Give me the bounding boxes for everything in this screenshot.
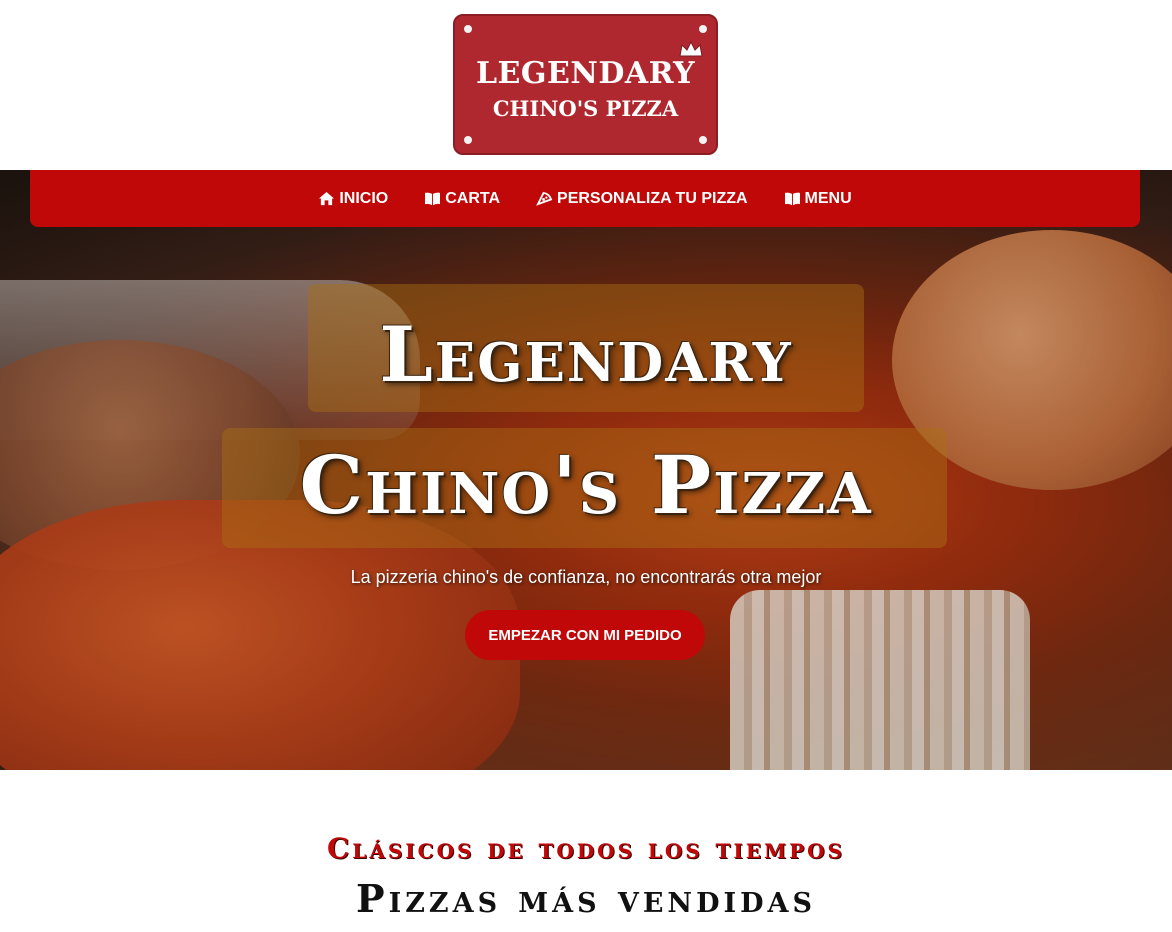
nav-item-carta[interactable]: CARTA bbox=[424, 190, 500, 208]
logo-plate: LEGENDARY CHINO'S PIZZA bbox=[453, 14, 718, 155]
screw-decoration bbox=[699, 136, 707, 144]
nav-item-label: MENU bbox=[804, 189, 852, 207]
section-title: Pizzas más vendidas bbox=[356, 876, 816, 921]
hero-tagline: La pizzeria chino's de confianza, no enc… bbox=[350, 567, 822, 587]
site-logo[interactable]: LEGENDARY CHINO'S PIZZA bbox=[453, 14, 718, 155]
nav-item-inicio[interactable]: INICIO bbox=[318, 190, 388, 208]
hero-banner: INICIO CARTA PERSONALIZA TU PIZZA MENU L… bbox=[0, 170, 1172, 770]
nav-item-personaliza[interactable]: PERSONALIZA TU PIZZA bbox=[536, 190, 748, 208]
screw-decoration bbox=[699, 25, 707, 33]
section-subtitle: Clásicos de todos los tiempos bbox=[327, 832, 845, 865]
hero-title-line1: Legendary bbox=[379, 310, 793, 399]
logo-text-line1: LEGENDARY bbox=[475, 56, 696, 91]
book-icon bbox=[425, 192, 441, 206]
screw-decoration bbox=[464, 25, 472, 33]
hero-title-line2: Chino's Pizza bbox=[299, 438, 873, 532]
nav-item-label: CARTA bbox=[445, 189, 501, 207]
book-icon bbox=[784, 192, 800, 206]
screw-decoration bbox=[464, 136, 472, 144]
logo-text-line2: CHINO'S PIZZA bbox=[492, 96, 679, 121]
nav-item-label: PERSONALIZA TU PIZZA bbox=[557, 189, 748, 207]
main-navbar: INICIO CARTA PERSONALIZA TU PIZZA MENU bbox=[30, 170, 1140, 227]
pizza-icon bbox=[536, 191, 553, 206]
nav-item-label: INICIO bbox=[339, 189, 389, 207]
start-order-button[interactable]: EMPEZAR CON MI PEDIDO bbox=[465, 610, 705, 660]
home-icon bbox=[319, 191, 335, 206]
nav-item-menu[interactable]: MENU bbox=[784, 190, 852, 208]
